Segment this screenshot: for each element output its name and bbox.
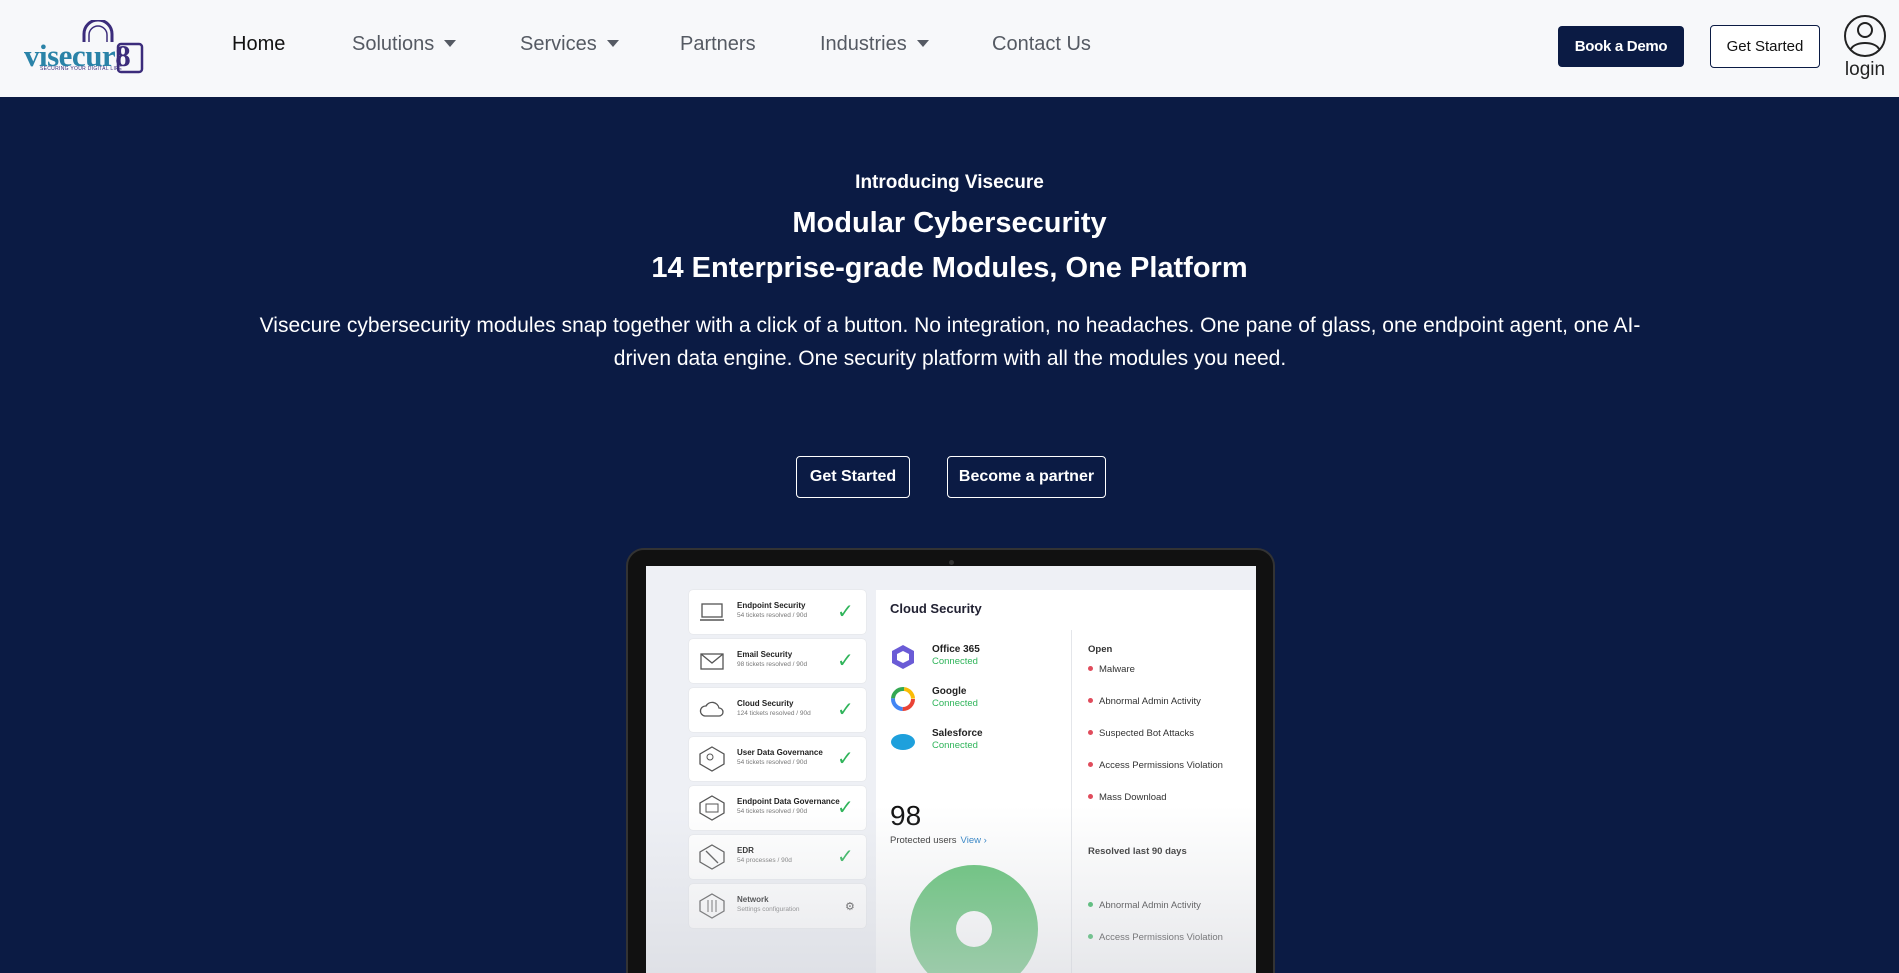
salesforce-icon [891,734,915,750]
network-icon [699,893,725,919]
service-row: Salesforce Connected [890,726,1060,760]
get-started-header-button[interactable]: Get Started [1710,25,1820,68]
status-dot-icon [1088,934,1093,939]
cloud-icon [699,701,724,717]
check-icon: ✓ [837,650,854,672]
chevron-down-icon [916,40,929,47]
edr-icon [699,844,725,870]
camera-dot [949,560,954,565]
module-subtitle: 54 tickets resolved / 90d [737,612,808,619]
navbar: visecur8 SECURING YOUR DIGITAL LIFE Home… [0,0,1899,97]
check-icon: ✓ [837,748,854,770]
open-alert-item: Suspected Bot Attacks [1088,728,1194,739]
nav-partners[interactable]: Partners [680,33,756,56]
laptop-icon [700,603,724,621]
user-document-icon [699,746,725,772]
module-title: User Data Governance [737,748,823,757]
panel-title: Cloud Security [890,601,982,616]
service-name: Office 365 [932,644,980,655]
service-name: Google [932,686,967,697]
status-dot-icon [1088,794,1093,799]
check-icon: ✓ [837,846,854,868]
chevron-down-icon [606,40,619,47]
module-title: Endpoint Security [737,601,806,610]
module-title: Email Security [737,650,793,659]
cloud-security-panel: Cloud Security Office 365 Connected Goog… [876,590,1256,973]
google-icon [891,687,915,711]
book-demo-button[interactable]: Book a Demo [1558,26,1684,67]
resolved-alert-item: Abnormal Admin Activity [1088,900,1201,911]
module-card: EDR 54 processes / 90d ✓ [689,835,866,879]
logo-tagline: SECURING YOUR DIGITAL LIFE [40,66,123,72]
users-donut-chart [910,865,1038,973]
module-subtitle: 54 processes / 90d [737,857,792,864]
service-status: Connected [932,740,978,751]
module-title: Endpoint Data Governance [737,797,840,806]
module-title: Cloud Security [737,699,794,708]
nav-contact[interactable]: Contact Us [992,33,1091,56]
status-dot-icon [1088,902,1093,907]
nav-industries[interactable]: Industries [820,33,929,56]
chevron-down-icon [444,40,457,47]
module-subtitle: 54 tickets resolved / 90d [737,808,808,815]
status-dot-icon [1088,730,1093,735]
service-row: Google Connected [890,684,1060,718]
module-card: User Data Governance 54 tickets resolved… [689,737,866,781]
module-card: Endpoint Data Governance 54 tickets reso… [689,786,866,830]
service-status: Connected [932,698,978,709]
nav-services[interactable]: Services [520,33,619,56]
gear-icon: ⚙ [845,901,855,913]
module-card: Endpoint Security 54 tickets resolved / … [689,590,866,634]
service-name: Salesforce [932,728,983,739]
login-link[interactable]: login [1843,59,1887,81]
nav-solutions[interactable]: Solutions [352,33,457,56]
open-alert-item: Abnormal Admin Activity [1088,696,1201,707]
module-subtitle: 98 tickets resolved / 90d [737,661,808,668]
check-icon: ✓ [837,797,854,819]
check-icon: ✓ [837,601,854,623]
laptop-mockup: Endpoint Security 54 tickets resolved / … [626,548,1275,973]
module-card: Cloud Security 124 tickets resolved / 90… [689,688,866,732]
open-alert-item: Malware [1088,664,1135,675]
user-icon[interactable] [1843,14,1887,58]
module-title: Network [737,895,769,904]
hero-subheadline: 14 Enterprise-grade Modules, One Platfor… [651,252,1248,284]
envelope-icon [700,653,724,670]
column-divider [1071,630,1072,973]
check-icon: ✓ [837,699,854,721]
view-link[interactable]: View › [961,835,987,846]
endpoint-document-icon [699,795,725,821]
service-status: Connected [932,656,978,667]
resolved-alert-item: Access Permissions Violation [1088,932,1223,943]
protected-users-count: 98 [890,800,922,831]
service-row: Office 365 Connected [890,642,1060,676]
open-alert-item: Access Permissions Violation [1088,760,1223,771]
get-started-button[interactable]: Get Started [796,456,910,498]
status-dot-icon [1088,666,1093,671]
hero-description: Visecure cybersecurity modules snap toge… [259,314,1641,370]
module-list: Endpoint Security 54 tickets resolved / … [689,590,866,933]
hero-headline: Modular Cybersecurity [792,207,1107,239]
protected-users-label: Protected users View › [890,835,987,846]
module-card: Network Settings configuration ⚙ [689,884,866,928]
hero-intro: Introducing Visecure [855,172,1044,193]
module-subtitle: Settings configuration [737,906,800,913]
module-subtitle: 124 tickets resolved / 90d [737,710,811,717]
status-dot-icon [1088,698,1093,703]
resolved-heading: Resolved last 90 days [1088,846,1187,857]
status-dot-icon [1088,762,1093,767]
module-card: Email Security 98 tickets resolved / 90d… [689,639,866,683]
become-partner-button[interactable]: Become a partner [947,456,1106,498]
module-subtitle: 54 tickets resolved / 90d [737,759,808,766]
module-title: EDR [737,846,754,855]
office365-icon [892,645,914,669]
nav-home[interactable]: Home [232,33,285,56]
open-heading: Open [1088,644,1113,655]
visecure-logo[interactable]: visecur8 SECURING YOUR DIGITAL LIFE [24,20,146,76]
dashboard-screenshot: Endpoint Security 54 tickets resolved / … [646,566,1256,973]
open-alert-item: Mass Download [1088,792,1167,803]
